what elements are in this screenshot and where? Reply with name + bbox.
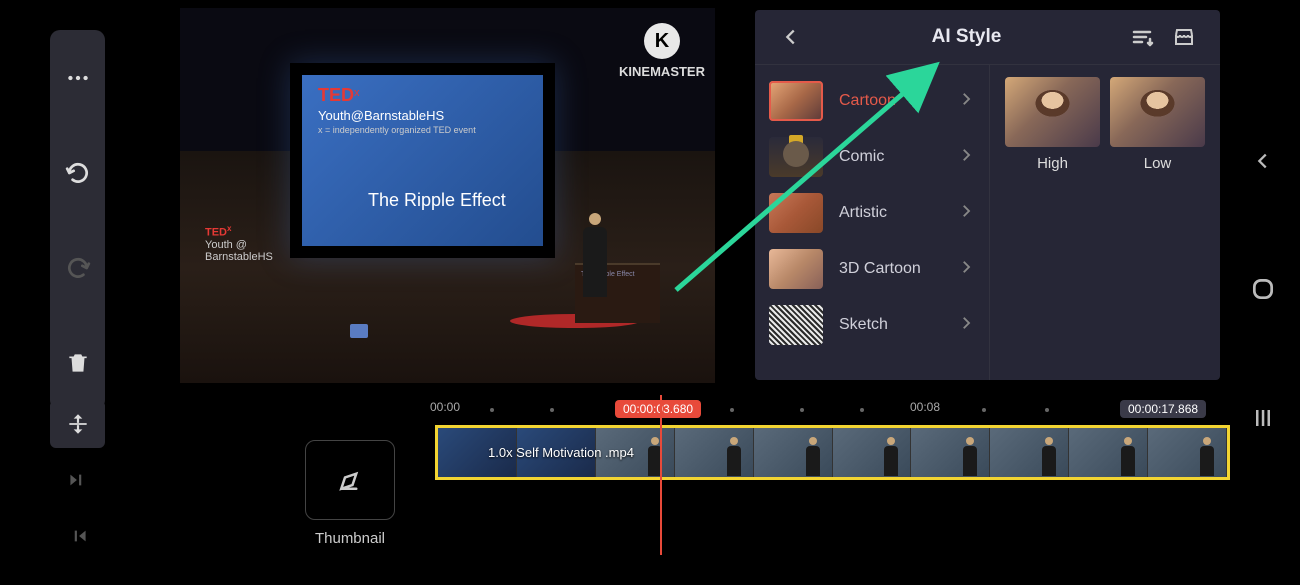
quality-low-thumb <box>1110 77 1205 147</box>
thumbnail-button-group: Thumbnail <box>300 440 400 547</box>
clip-label: 1.0x Self Motivation .mp4 <box>488 445 634 460</box>
sort-button[interactable] <box>1126 21 1158 53</box>
chevron-right-icon <box>957 314 975 337</box>
artistic-thumb-icon <box>769 193 823 233</box>
redo-button[interactable] <box>50 220 105 315</box>
left-toolbar <box>50 30 105 410</box>
timeline: Thumbnail 00:00 00:00:03.680 00:08 00:00… <box>300 395 1230 575</box>
style-label: 3D Cartoon <box>839 260 957 278</box>
left-toolbar-bottom <box>50 400 105 568</box>
slide-tagline: x = independently organized TED event <box>318 125 527 135</box>
3d-cartoon-thumb-icon <box>769 249 823 289</box>
style-item-cartoon[interactable]: Cartoon <box>755 73 989 129</box>
thumbnail-edit-button[interactable] <box>305 440 395 520</box>
end-time-pill: 00:00:17.868 <box>1120 400 1206 418</box>
sketch-thumb-icon <box>769 305 823 345</box>
style-item-artistic[interactable]: Artistic <box>755 185 989 241</box>
record-button[interactable] <box>1250 276 1276 307</box>
right-edge-nav <box>1235 0 1290 585</box>
quality-high-thumb <box>1005 77 1100 147</box>
quality-high-label: High <box>1005 155 1100 172</box>
kinemaster-logo-icon: K <box>644 23 680 59</box>
more-button[interactable] <box>50 30 105 125</box>
chevron-right-icon <box>957 146 975 169</box>
slide-subtitle: Youth@BarnstableHS <box>318 108 527 123</box>
panel-title: AI Style <box>807 26 1126 48</box>
video-preview[interactable]: TEDx Youth@BarnstableHS x = independentl… <box>180 8 715 383</box>
chevron-right-icon <box>957 258 975 281</box>
playhead[interactable] <box>660 395 662 555</box>
cartoon-thumb-icon <box>769 81 823 121</box>
timeline-ruler[interactable]: 00:00 00:00:03.680 00:08 00:00:17.868 <box>430 400 1230 420</box>
timeline-height-button[interactable] <box>50 400 105 448</box>
store-button[interactable] <box>1168 21 1200 53</box>
style-list: Cartoon Comic Artistic 3D Cartoon <box>755 65 990 380</box>
watermark: K KINEMASTER <box>619 23 705 79</box>
stage-side-badge: TEDx Youth @ BarnstableHS <box>205 224 273 263</box>
ruler-start: 00:00 <box>430 400 460 414</box>
slide-title: The Ripple Effect <box>368 190 527 211</box>
style-item-3d-cartoon[interactable]: 3D Cartoon <box>755 241 989 297</box>
quality-options: High Low <box>990 65 1220 380</box>
current-time-pill: 00:00:03.680 <box>615 400 701 418</box>
jump-next-button[interactable] <box>50 512 105 560</box>
comic-thumb-icon <box>769 137 823 177</box>
collapse-button[interactable] <box>1252 150 1274 177</box>
panel-header: AI Style <box>755 10 1220 65</box>
thumbnail-label: Thumbnail <box>300 530 400 547</box>
presentation-slide: TEDx Youth@BarnstableHS x = independentl… <box>290 63 555 258</box>
slide-brand: TED <box>318 85 354 105</box>
video-track[interactable]: 1.0x Self Motivation .mp4 <box>435 425 1230 480</box>
undo-button[interactable] <box>50 125 105 220</box>
back-button[interactable] <box>775 21 807 53</box>
quality-low-label: Low <box>1110 155 1205 172</box>
style-label: Sketch <box>839 316 957 334</box>
delete-button[interactable] <box>50 315 105 410</box>
jump-prev-button[interactable] <box>50 456 105 504</box>
watermark-text: KINEMASTER <box>619 64 705 79</box>
chevron-right-icon <box>957 90 975 113</box>
style-item-sketch[interactable]: Sketch <box>755 297 989 353</box>
style-item-comic[interactable]: Comic <box>755 129 989 185</box>
quality-low[interactable]: Low <box>1110 77 1205 172</box>
speaker-figure <box>575 213 615 313</box>
style-label: Artistic <box>839 204 957 222</box>
style-label: Comic <box>839 148 957 166</box>
style-label: Cartoon <box>839 92 957 110</box>
ai-style-panel: AI Style Cartoon Comic Artistic <box>755 10 1220 380</box>
menu-button[interactable] <box>1251 406 1275 435</box>
chevron-right-icon <box>957 202 975 225</box>
quality-high[interactable]: High <box>1005 77 1100 172</box>
ruler-mid: 00:08 <box>910 400 940 414</box>
